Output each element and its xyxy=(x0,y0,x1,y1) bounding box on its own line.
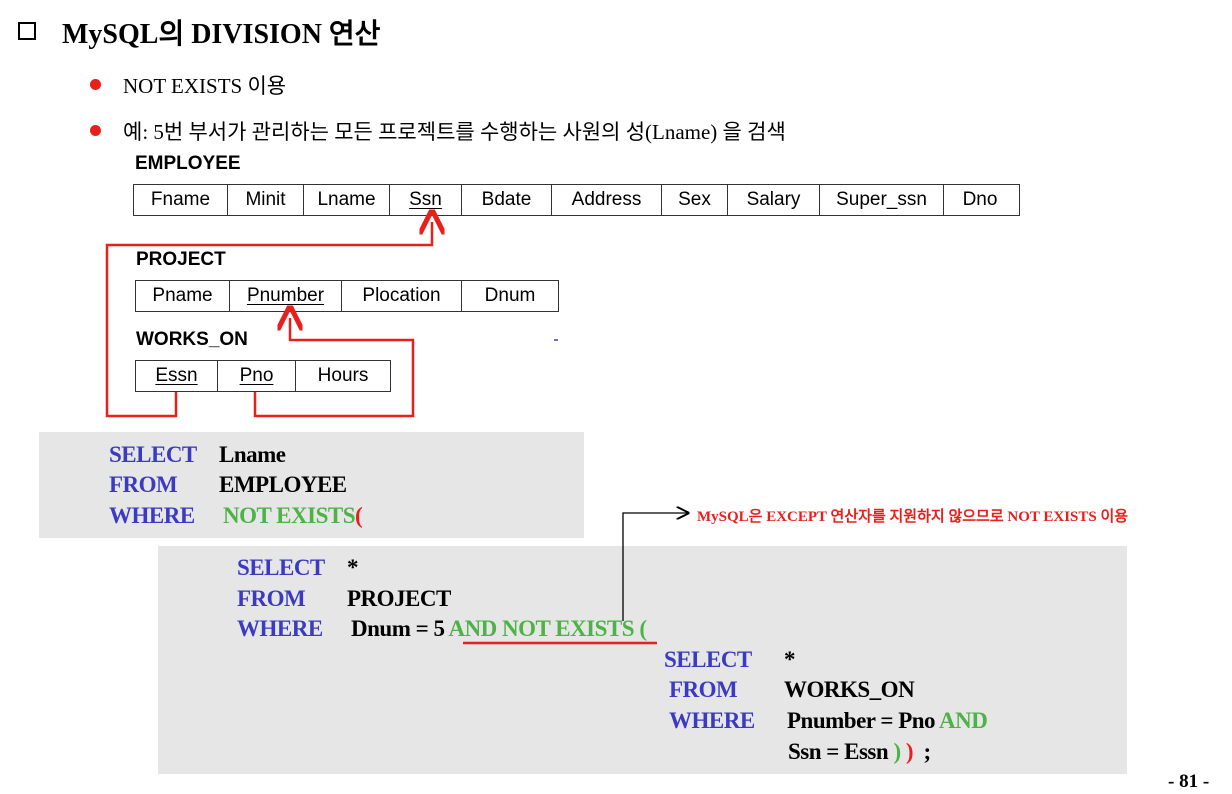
note-arrow xyxy=(622,513,688,621)
connector-lines xyxy=(105,0,1232,645)
essn-to-ssn-arrow xyxy=(105,222,432,418)
pno-to-pnumber-arrow xyxy=(253,318,415,418)
